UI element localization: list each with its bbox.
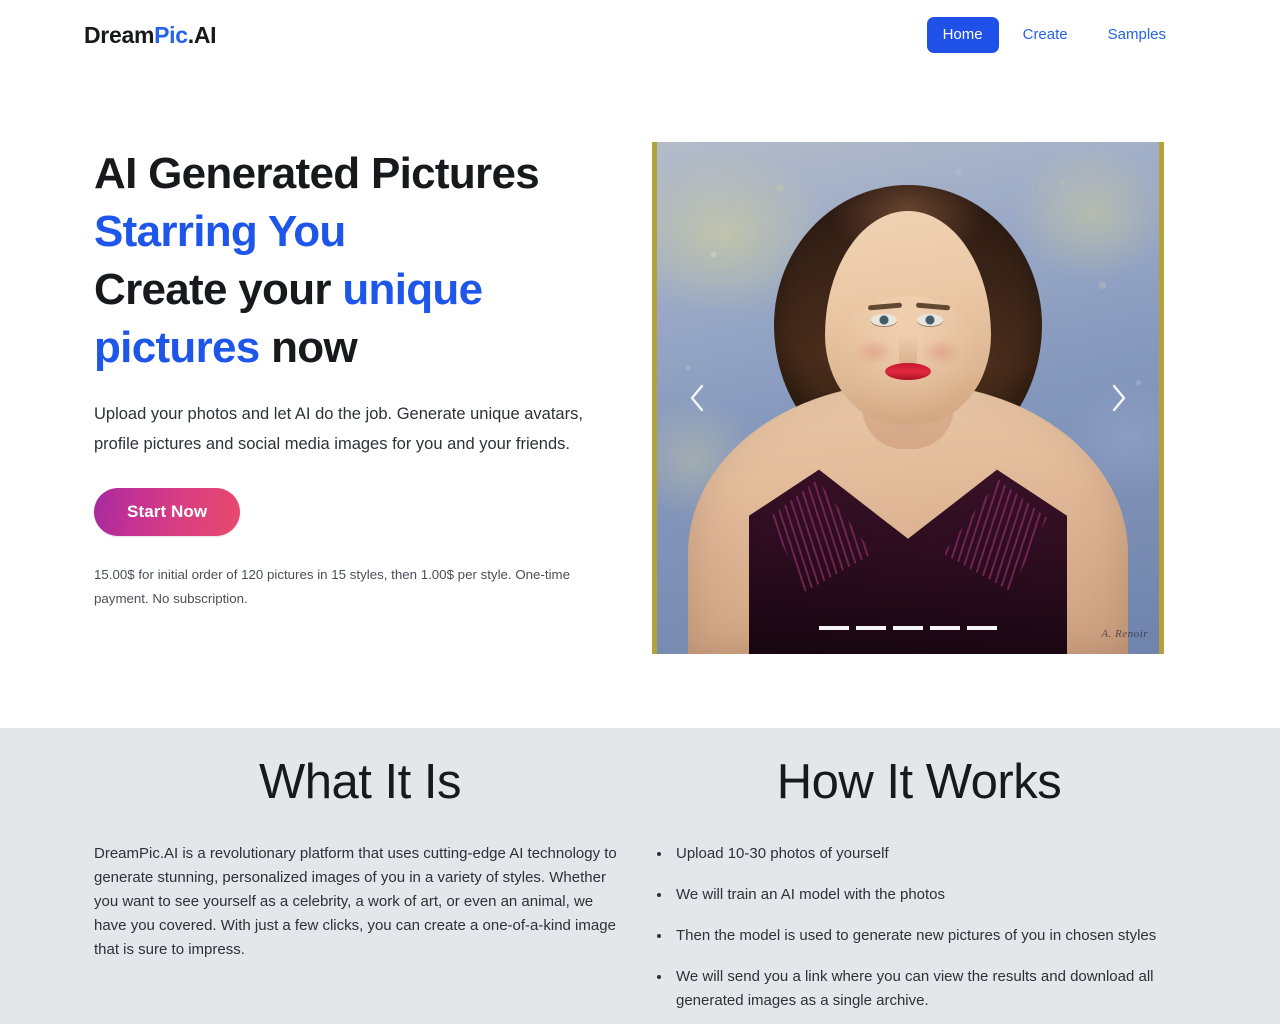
chevron-left-icon xyxy=(686,382,708,414)
brand-prefix: Dream xyxy=(84,21,155,48)
main-navigation: Home Create Samples xyxy=(926,17,1182,53)
carousel-slide-image: A. Renoir xyxy=(652,142,1164,654)
artwork-signature: A. Renoir xyxy=(1101,628,1148,640)
brand-logo[interactable]: DreamPic.AI xyxy=(84,21,217,49)
hero-title-line-4-plain: now xyxy=(259,323,358,372)
how-it-works-steps: Upload 10-30 photos of yourself We will … xyxy=(652,842,1186,1013)
what-it-is-body: DreamPic.AI is a revolutionary platform … xyxy=(94,844,617,958)
hero-title: AI Generated Pictures Starring You Creat… xyxy=(94,145,626,377)
carousel-indicator-5[interactable] xyxy=(967,626,997,630)
page-root: DreamPic.AI Home Create Samples AI Gener… xyxy=(0,0,1280,1024)
what-it-is-column: What It Is DreamPic.AI is a revolutionar… xyxy=(94,754,626,1024)
hero-title-line-1: AI Generated Pictures xyxy=(94,149,540,198)
list-item: We will train an AI model with the photo… xyxy=(652,883,1186,907)
nav-item-create[interactable]: Create xyxy=(1007,17,1084,52)
list-item: We will send you a link where you can vi… xyxy=(652,965,1186,1013)
list-item: Then the model is used to generate new p… xyxy=(652,924,1186,948)
hero-subtitle: Upload your photos and let AI do the job… xyxy=(94,405,583,453)
brand-suffix: .AI xyxy=(187,21,217,48)
how-it-works-column: How It Works Upload 10-30 photos of your… xyxy=(652,754,1186,1024)
hero-title-line-3-accent: unique xyxy=(342,265,483,314)
carousel-indicator-4[interactable] xyxy=(930,626,960,630)
nav-item-home[interactable]: Home xyxy=(926,17,999,53)
hero-title-line-2: Starring You xyxy=(94,207,346,256)
hero-carousel[interactable]: A. Renoir xyxy=(652,142,1164,654)
start-now-button[interactable]: Start Now xyxy=(94,488,241,536)
info-section: What It Is DreamPic.AI is a revolutionar… xyxy=(0,728,1280,1024)
hero-section: AI Generated Pictures Starring You Creat… xyxy=(0,70,1280,728)
hero-title-line-3-plain: Create your xyxy=(94,265,343,314)
list-item: Upload 10-30 photos of yourself xyxy=(652,842,1186,866)
how-it-works-heading: How It Works xyxy=(776,755,1062,809)
site-header: DreamPic.AI Home Create Samples xyxy=(0,0,1280,70)
carousel-indicators xyxy=(819,626,997,630)
what-it-is-heading: What It Is xyxy=(259,755,461,809)
portrait-eye-left xyxy=(871,313,898,326)
carousel-indicator-1[interactable] xyxy=(819,626,849,630)
pricing-note: 15.00$ for initial order of 120 pictures… xyxy=(94,567,570,606)
carousel-next-button[interactable] xyxy=(1098,377,1140,419)
carousel-indicator-2[interactable] xyxy=(856,626,886,630)
carousel-indicator-3[interactable] xyxy=(893,626,923,630)
brand-accent: Pic xyxy=(154,21,188,48)
portrait-cheek-right xyxy=(920,339,961,366)
carousel-prev-button[interactable] xyxy=(676,377,718,419)
portrait-lips xyxy=(885,363,931,381)
portrait-eye-right xyxy=(917,313,944,326)
nav-item-samples[interactable]: Samples xyxy=(1092,17,1182,52)
hero-copy: AI Generated Pictures Starring You Creat… xyxy=(94,142,626,611)
chevron-right-icon xyxy=(1108,382,1130,414)
hero-title-line-4-accent: pictures xyxy=(94,323,260,372)
